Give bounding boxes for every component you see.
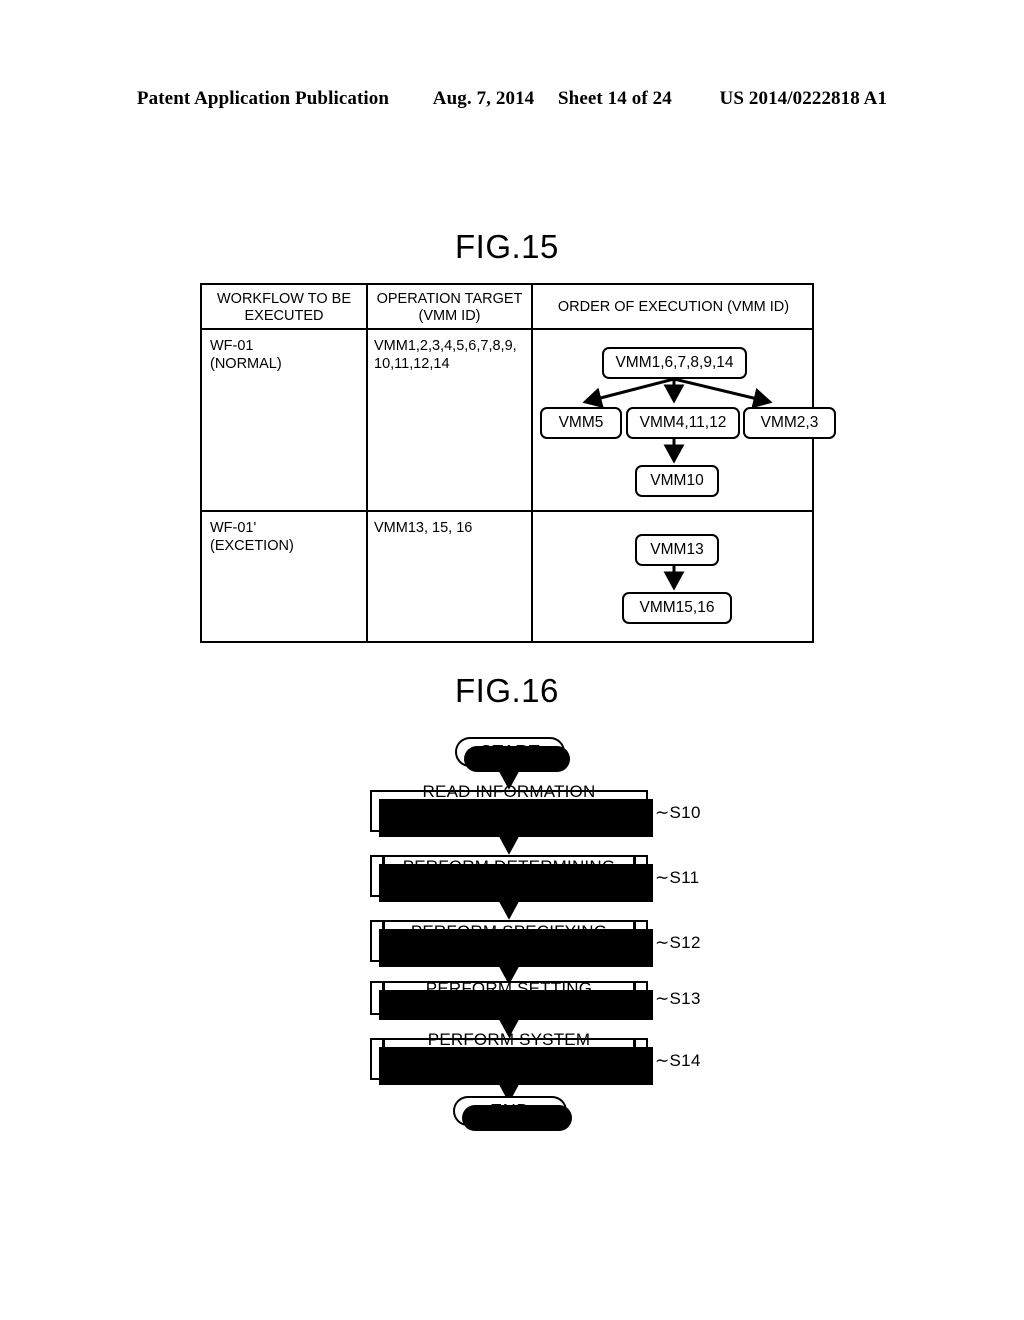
flowchart-step-s11-label: PERFORM DETERMINING PROCESS	[402, 856, 616, 895]
vmm-node-vmm4-11-12: VMM4,11,12	[626, 407, 740, 439]
predefined-bar-left-s12	[382, 922, 385, 960]
step-leader-s11: ∼	[655, 868, 670, 887]
header-doc-number: US 2014/0222818 A1	[719, 88, 888, 109]
vmm-node-vmm5: VMM5	[540, 407, 622, 439]
predefined-bar-right-s12	[633, 922, 636, 960]
step-id-s14: ∼S14	[655, 1051, 701, 1070]
step-leader-s12: ∼	[655, 933, 670, 952]
flowchart-step-s13: PERFORM SETTING PROCESS	[370, 978, 653, 1020]
flowchart-end-label: END	[490, 1100, 530, 1121]
figure-15-title: FIG.15	[455, 228, 559, 265]
header-sheet: Sheet 14 of 24	[558, 88, 672, 109]
step-leader-s10: ∼	[655, 803, 670, 822]
step-id-s12: ∼S12	[655, 933, 701, 952]
flowchart-step-s12: PERFORM SPECIFYING PROCESS	[370, 920, 653, 967]
flowchart-step-s10: READ INFORMATION RELATED TO COMPONENT	[370, 782, 653, 840]
flowchart-end-terminal: END	[453, 1096, 572, 1131]
vmm-node-root-row1: VMM1,6,7,8,9,14	[602, 347, 747, 379]
step-leader-s13: ∼	[655, 989, 670, 1008]
execution-order-graph-row2-edges	[663, 566, 685, 591]
flowchart-step-s11: PERFORM DETERMINING PROCESS	[370, 855, 653, 902]
flowchart-step-s10-label: READ INFORMATION RELATED TO COMPONENT	[422, 782, 596, 840]
step-leader-s14: ∼	[655, 1051, 670, 1070]
header-publication: Patent Application Publication	[136, 88, 390, 109]
step-id-s13: ∼S13	[655, 989, 701, 1008]
vmm-node-vmm13: VMM13	[635, 534, 719, 566]
flowchart-start-terminal: START	[455, 737, 570, 772]
header-date: Aug. 7, 2014	[432, 88, 535, 109]
page-header: Patent Application Publication Aug. 7, 2…	[0, 88, 1024, 110]
figure-15-table: WORKFLOW TO BE EXECUTED OPERATION TARGET…	[200, 283, 836, 643]
vmm-node-vmm2-3: VMM2,3	[743, 407, 836, 439]
flowchart-step-s14-label: PERFORM SYSTEM UPDATE PROCESS	[427, 1030, 591, 1088]
flowchart-start-label: START	[479, 741, 541, 762]
flowchart-step-s14: PERFORM SYSTEM UPDATE PROCESS	[370, 1030, 653, 1088]
patent-page: Patent Application Publication Aug. 7, 2…	[0, 0, 1024, 1320]
flowchart-step-s13-label: PERFORM SETTING PROCESS	[425, 978, 593, 1017]
step-id-s10: ∼S10	[655, 803, 701, 822]
flowchart-step-s12-label: PERFORM SPECIFYING PROCESS	[410, 921, 608, 960]
vmm-node-vmm10: VMM10	[635, 465, 719, 497]
vmm-node-vmm15-16: VMM15,16	[622, 592, 732, 624]
figure-16-title: FIG.16	[455, 672, 559, 709]
step-id-s11: ∼S11	[655, 868, 700, 887]
